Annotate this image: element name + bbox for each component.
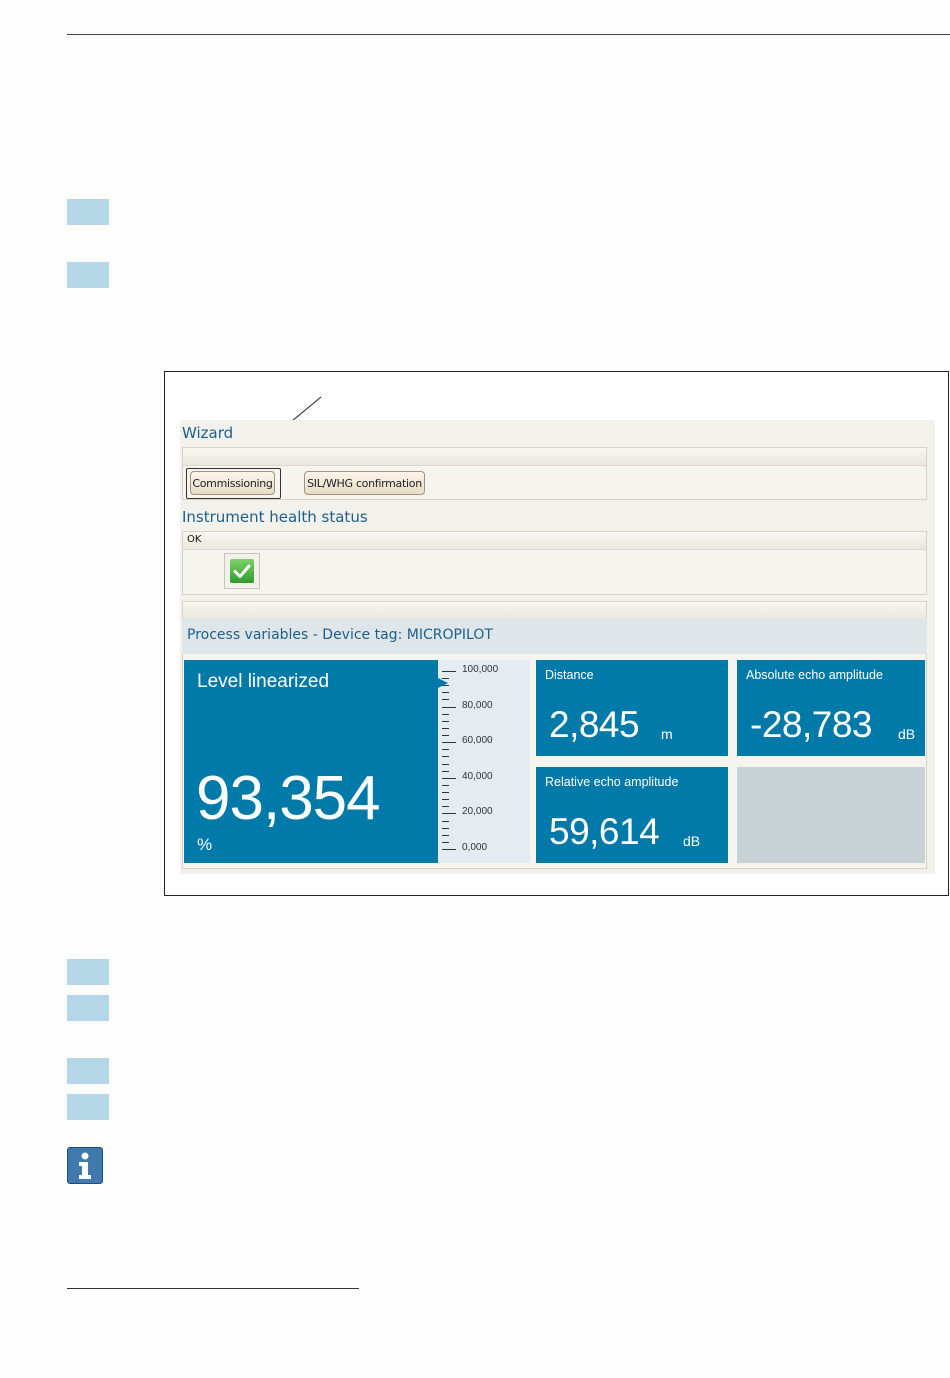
relative-echo-label: Relative echo amplitude <box>545 775 679 789</box>
level-linearized-tile: Level linearized 93,354 % <box>184 660 438 863</box>
scale-tick <box>442 813 456 815</box>
scale-label: 40,000 <box>462 770 493 782</box>
sil-whg-confirmation-button[interactable]: SIL/WHG confirmation <box>304 471 425 495</box>
level-pointer-icon <box>438 677 448 688</box>
absolute-echo-unit: dB <box>898 726 916 742</box>
relative-echo-tile: Relative echo amplitude 59,614 dB <box>536 767 728 863</box>
relative-echo-unit: dB <box>683 833 701 849</box>
scale-tick <box>442 770 449 772</box>
level-unit: % <box>197 835 213 854</box>
scale-tick <box>442 792 449 794</box>
scale-tick <box>442 706 456 708</box>
scale-tick <box>442 756 449 758</box>
commissioning-button[interactable]: Commissioning <box>190 471 275 495</box>
level-scale: 100,000 80,000 60,000 40,000 20,000 0,000 <box>438 660 530 863</box>
screenshot-figure: Wizard Commissioning SIL/WHG confirmatio… <box>164 371 949 896</box>
level-value: 93,354 <box>196 764 381 833</box>
health-status-bar: OK <box>183 532 926 550</box>
top-rule <box>67 34 950 35</box>
scale-tick <box>442 784 449 786</box>
distance-value: 2,845 <box>549 704 640 745</box>
step-marker-3 <box>67 959 109 985</box>
scale-tick <box>442 820 449 822</box>
scale-tick <box>442 742 456 744</box>
health-status-text: OK <box>187 534 202 545</box>
scale-tick <box>442 834 449 836</box>
scale-label: 60,000 <box>462 735 493 747</box>
scale-tick <box>442 827 449 829</box>
scale-tick <box>442 777 456 779</box>
step-marker-4 <box>67 995 109 1021</box>
scale-label: 80,000 <box>462 699 493 711</box>
scale-tick <box>442 699 449 701</box>
scale-tick <box>442 806 449 808</box>
step-marker-1 <box>67 199 109 225</box>
checkmark-icon <box>230 559 254 583</box>
distance-label: Distance <box>545 668 594 682</box>
wizard-title: Wizard <box>182 424 234 442</box>
health-status-title: Instrument health status <box>182 508 368 526</box>
scale-label: 100,000 <box>462 664 499 675</box>
scale-tick <box>442 720 449 722</box>
absolute-echo-tile: Absolute echo amplitude -28,783 dB <box>737 660 925 756</box>
status-indicator <box>224 553 260 589</box>
health-status-panel: OK <box>182 531 927 595</box>
wizard-panel-bar <box>183 448 926 466</box>
distance-tile: Distance 2,845 m <box>536 660 728 756</box>
distance-unit: m <box>661 726 673 742</box>
scale-tick <box>442 735 449 737</box>
scale-tick <box>442 799 449 801</box>
relative-echo-value: 59,614 <box>549 811 660 852</box>
wizard-panel: Commissioning SIL/WHG confirmation <box>182 447 927 500</box>
info-icon <box>67 1147 103 1184</box>
empty-tile <box>737 767 925 863</box>
scale-tick <box>442 763 449 765</box>
web-ui: Wizard Commissioning SIL/WHG confirmatio… <box>180 420 935 874</box>
absolute-echo-label: Absolute echo amplitude <box>746 668 883 682</box>
scale-label: 20,000 <box>462 806 493 818</box>
absolute-echo-value: -28,783 <box>750 704 873 745</box>
level-label: Level linearized <box>197 671 330 692</box>
step-marker-5 <box>67 1058 109 1084</box>
scale-tick <box>442 849 456 850</box>
scale-label: 0,000 <box>462 842 488 853</box>
footnote-rule <box>67 1288 359 1289</box>
process-variables-title: Process variables - Device tag: MICROPIL… <box>187 627 493 643</box>
process-variables-header: Process variables - Device tag: MICROPIL… <box>182 618 927 654</box>
scale-tick <box>442 671 456 672</box>
scale-tick <box>442 727 449 729</box>
scale-tick <box>442 692 449 694</box>
scale-tick <box>442 841 449 843</box>
scale-tick <box>442 749 449 751</box>
step-marker-6 <box>67 1094 109 1120</box>
step-marker-2 <box>67 262 109 288</box>
scale-tick <box>442 713 449 715</box>
